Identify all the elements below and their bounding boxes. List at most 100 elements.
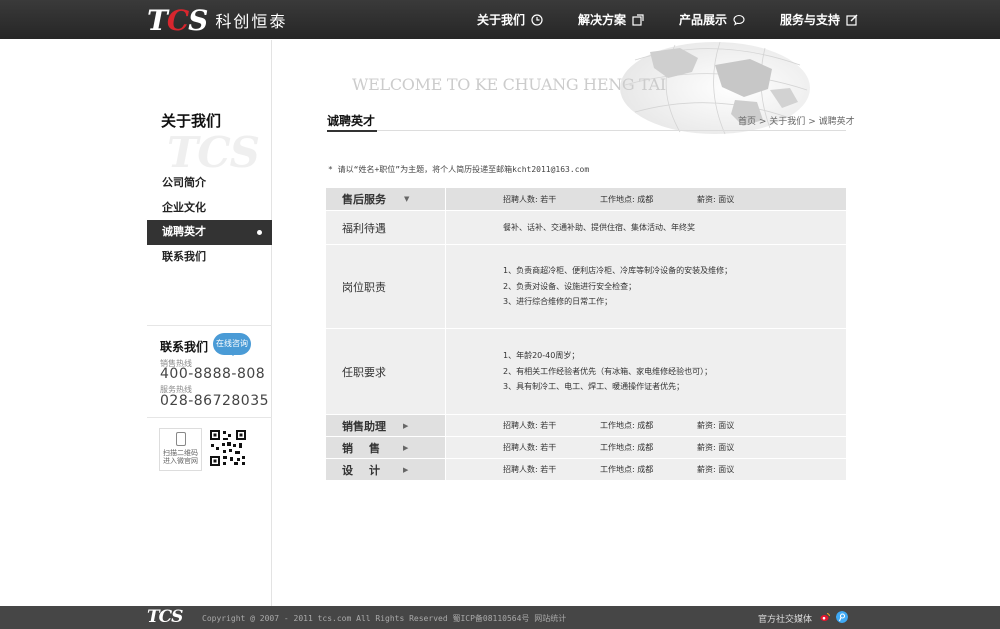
nav-solutions[interactable]: 解决方案 <box>578 0 644 39</box>
salary-label: 薪资: <box>697 194 716 204</box>
page-title: 诚聘英才 <box>327 114 376 128</box>
benefits-value: 餐补、话补、交通补助、提供住宿、集体活动、年终奖 <box>446 211 846 244</box>
social-media-label: 官方社交媒体 <box>758 615 813 625</box>
headcount-value: 若干 <box>540 421 557 430</box>
nav-about-label: 关于我们 <box>477 13 526 27</box>
logo-mark: TCS <box>147 3 208 37</box>
sidebar-watermark: TCS <box>167 128 260 177</box>
location-value: 成都 <box>637 421 654 430</box>
headcount-value: 若干 <box>540 465 557 474</box>
sidebar-menu: 公司简介 企业文化 诚聘英才 联系我们 <box>147 171 272 269</box>
sales-hotline-number: 400-8888-808 <box>160 366 266 382</box>
job-row-after-sales[interactable]: 售后服务 ▼ 招聘人数: 若干 工作地点: 成都 薪资: 面议 <box>326 188 846 211</box>
breadcrumb-home[interactable]: 首页 <box>738 117 756 127</box>
top-navbar: TCS 科创恒泰 关于我们 解决方案 产品展示 服务与支持 <box>0 0 1000 39</box>
phone-icon <box>175 432 186 446</box>
tencent-weibo-icon[interactable] <box>836 611 848 623</box>
title-divider <box>327 130 846 131</box>
job-info: 招聘人数: 若干 工作地点: 成都 薪资: 面议 <box>446 459 846 480</box>
job-name-cell: 售后服务 ▼ <box>326 188 446 210</box>
caret-right-icon: ▶ <box>403 443 409 452</box>
breadcrumb-about[interactable]: 关于我们 <box>769 117 805 127</box>
clock-icon <box>531 13 543 26</box>
job-name-cell: 销售 ▶ <box>326 437 446 458</box>
phone-text-2: 进入微官网 <box>163 457 198 465</box>
location-label: 工作地点: <box>600 443 635 452</box>
requirements-list: 1、年龄20-40周岁； 2、有相关工作经验者优先（有冰箱、家电维修经验也可）；… <box>446 329 846 414</box>
copyright-text: Copyright @ 2007 - 2011 tcs.com All Righ… <box>202 614 567 623</box>
headcount-value: 若干 <box>540 194 557 204</box>
job-info: 招聘人数: 若干 工作地点: 成都 薪资: 面议 <box>446 437 846 458</box>
external-link-icon <box>632 13 644 26</box>
sidebar-item-culture[interactable]: 企业文化 <box>147 196 272 221</box>
job-name: 销售助理 <box>342 419 386 433</box>
breadcrumb: 首页 > 关于我们 > 诚聘英才 <box>738 114 855 127</box>
duties-list: 1、负责商超冷柜、便利店冷柜、冷库等制冷设备的安装及维修； 2、负责对设备、设施… <box>446 245 846 328</box>
phone-text-1: 扫描二维码 <box>163 449 198 457</box>
resume-notice: * 请以“姓名+职位”为主题，将个人简历投递至邮箱kcht2011@163.co… <box>328 165 590 174</box>
active-dot-icon <box>257 230 262 235</box>
job-name: 设计 <box>342 463 396 477</box>
job-benefits-row: 福利待遇 餐补、话补、交通补助、提供住宿、集体活动、年终奖 <box>326 211 846 245</box>
job-info: 招聘人数: 若干 工作地点: 成都 薪资: 面议 <box>446 415 846 436</box>
job-name: 售后服务 <box>342 193 386 206</box>
online-consult-button[interactable]: 在线咨询 <box>213 333 251 356</box>
sidebar-item-careers[interactable]: 诚聘英才 <box>147 220 272 245</box>
nav-solutions-label: 解决方案 <box>578 13 627 27</box>
mobile-site-box[interactable]: 扫描二维码 进入微官网 <box>159 428 202 471</box>
speech-bubble-icon <box>733 14 745 26</box>
footer-logo[interactable]: TCS <box>147 607 183 627</box>
job-row-sales-assistant[interactable]: 销售助理 ▶ 招聘人数: 若干 工作地点: 成都 薪资: 面议 <box>326 415 846 437</box>
location-label: 工作地点: <box>600 194 635 204</box>
logo-text: 科创恒泰 <box>215 12 288 31</box>
footer: TCS Copyright @ 2007 - 2011 tcs.com All … <box>0 606 1000 629</box>
breadcrumb-separator: > <box>758 117 770 127</box>
welcome-banner: WELCOME TO KE CHUANG HENG TAI <box>352 75 666 94</box>
requirement-item: 2、有相关工作经验者优先（有冰箱、家电维修经验也可）； <box>503 366 713 376</box>
jobs-table: 售后服务 ▼ 招聘人数: 若干 工作地点: 成都 薪资: 面议 福利待遇 餐补、… <box>326 188 846 481</box>
salary-value: 面议 <box>718 443 735 452</box>
job-row-sales[interactable]: 销售 ▶ 招聘人数: 若干 工作地点: 成都 薪资: 面议 <box>326 437 846 459</box>
duties-label: 岗位职责 <box>326 245 446 328</box>
headcount-label: 招聘人数: <box>503 421 538 430</box>
requirement-item: 3、具有制冷工、电工、焊工、暖通操作证者优先； <box>503 382 685 392</box>
headcount-label: 招聘人数: <box>503 443 538 452</box>
qr-code-icon <box>209 429 247 467</box>
salary-label: 薪资: <box>697 443 716 452</box>
caret-right-icon: ▶ <box>403 465 409 474</box>
caret-right-icon: ▶ <box>403 421 409 430</box>
breadcrumb-separator: > <box>808 117 819 127</box>
title-divider-accent <box>327 130 377 132</box>
breadcrumb-current: 诚聘英才 <box>818 117 855 127</box>
edit-icon <box>846 14 858 26</box>
weibo-icon[interactable] <box>819 611 831 623</box>
sidebar-item-company-profile[interactable]: 公司简介 <box>147 171 272 196</box>
requirements-label: 任职要求 <box>326 329 446 414</box>
sidebar-item-contact[interactable]: 联系我们 <box>147 245 272 270</box>
benefits-label: 福利待遇 <box>326 211 446 244</box>
salary-value: 面议 <box>718 421 735 430</box>
location-value: 成都 <box>637 194 654 204</box>
headcount-label: 招聘人数: <box>503 194 538 204</box>
headcount-value: 若干 <box>540 443 557 452</box>
nav-about[interactable]: 关于我们 <box>477 0 543 39</box>
salary-value: 面议 <box>718 194 735 204</box>
caret-down-icon: ▼ <box>404 195 410 203</box>
salary-label: 薪资: <box>697 465 716 474</box>
sidebar: 关于我们 TCS 公司简介 企业文化 诚聘英才 联系我们 联系我们 在线咨询 销… <box>147 40 272 606</box>
sidebar-item-label: 诚聘英才 <box>162 225 206 238</box>
duty-item: 3、进行综合维修的日常工作； <box>503 297 613 307</box>
contact-panel: 联系我们 在线咨询 销售热线 400-8888-808 服务热线 028-867… <box>147 325 272 417</box>
job-row-design[interactable]: 设计 ▶ 招聘人数: 若干 工作地点: 成都 薪资: 面议 <box>326 459 846 481</box>
job-name-cell: 销售助理 ▶ <box>326 415 446 436</box>
service-hotline-number: 028-86728035 <box>160 393 270 409</box>
job-name-cell: 设计 ▶ <box>326 459 446 480</box>
job-name: 销售 <box>342 441 396 455</box>
nav-products[interactable]: 产品展示 <box>679 0 745 39</box>
nav-support[interactable]: 服务与支持 <box>780 0 858 39</box>
headcount-label: 招聘人数: <box>503 465 538 474</box>
nav-products-label: 产品展示 <box>679 13 728 27</box>
location-label: 工作地点: <box>600 465 635 474</box>
salary-value: 面议 <box>718 465 735 474</box>
site-logo[interactable]: TCS 科创恒泰 <box>147 3 288 37</box>
